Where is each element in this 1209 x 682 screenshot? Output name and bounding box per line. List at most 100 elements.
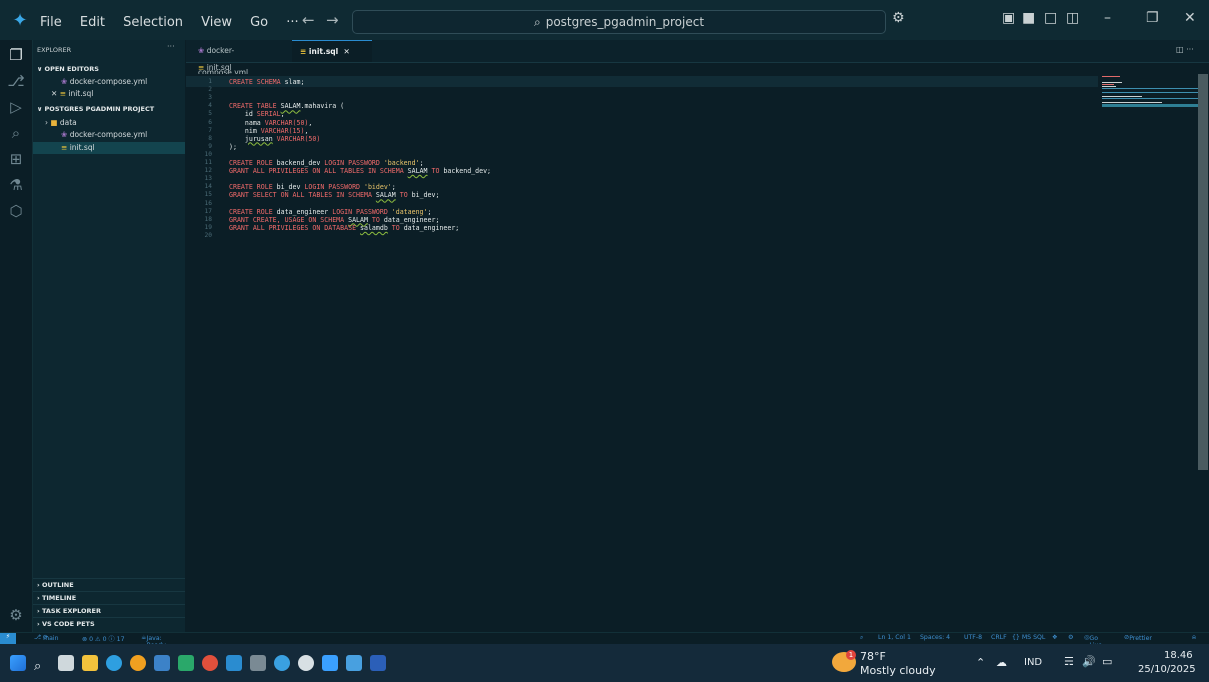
minimap[interactable] bbox=[1098, 74, 1202, 114]
cursor-position[interactable]: Ln 1, Col 1 bbox=[878, 634, 911, 641]
menu-bar: File Edit Selection View Go ··· bbox=[40, 11, 312, 30]
close-icon[interactable]: ✕ bbox=[1184, 10, 1196, 26]
code-line[interactable]: id SERIAL, bbox=[229, 110, 285, 118]
toggle-secondary-sidebar-icon[interactable]: ◫ bbox=[1066, 10, 1079, 26]
extension-icon[interactable]: ❖ bbox=[1052, 634, 1058, 641]
code-line[interactable]: CREATE ROLE backend_dev LOGIN PASSWORD '… bbox=[229, 159, 424, 167]
tab-docker-compose[interactable]: ❀ docker-compose.yml bbox=[190, 40, 290, 77]
open-editor-item[interactable]: ❀ docker-compose.yml bbox=[33, 76, 185, 88]
end-of-line[interactable]: CRLF bbox=[991, 634, 1007, 641]
menu-file[interactable]: File bbox=[40, 15, 62, 30]
close-tab-icon[interactable]: ✕ bbox=[343, 47, 349, 56]
source-control-icon[interactable]: ⎇ bbox=[7, 72, 25, 90]
go-live-button[interactable]: ◎ Go Live bbox=[1084, 634, 1102, 649]
word-icon[interactable] bbox=[370, 655, 386, 671]
code-line[interactable]: CREATE SCHEMA slam; bbox=[229, 78, 304, 86]
task-explorer-section[interactable]: › TASK EXPLORER bbox=[33, 604, 185, 616]
toggle-sidebar-icon[interactable]: ■ bbox=[1022, 10, 1035, 26]
extensions-icon[interactable]: ⊞ bbox=[7, 150, 25, 168]
search-icon[interactable]: ⌕ bbox=[7, 124, 25, 142]
menu-edit[interactable]: Edit bbox=[80, 15, 105, 30]
cloud-sync-icon[interactable]: ☁ bbox=[996, 656, 1007, 669]
chrome-canary-icon[interactable] bbox=[202, 655, 218, 671]
open-editors-header[interactable]: ∨ OPEN EDITORS bbox=[33, 63, 185, 75]
restore-icon[interactable]: ❐ bbox=[1146, 10, 1159, 26]
tree-item-init-sql[interactable]: ≡ init.sql bbox=[33, 142, 185, 154]
search-icon[interactable]: ⌕ bbox=[34, 655, 50, 674]
java-status[interactable]: ☕ Java: Ready bbox=[141, 634, 166, 649]
app-icon[interactable] bbox=[178, 655, 194, 671]
notifications-bell-icon[interactable]: ⍾ bbox=[1192, 634, 1196, 642]
branch-indicator[interactable]: ⎇ main ⟳ bbox=[34, 634, 59, 642]
menu-more[interactable]: ··· bbox=[286, 15, 298, 30]
project-header[interactable]: ∨ POSTGRES PGADMIN PROJECT bbox=[33, 103, 185, 115]
breadcrumb[interactable]: ≡ init.sql bbox=[198, 62, 232, 74]
code-line[interactable]: GRANT CREATE, USAGE ON SCHEMA SALAM TO d… bbox=[229, 216, 439, 224]
app-icon-2[interactable] bbox=[274, 655, 290, 671]
vertical-scrollbar[interactable] bbox=[1198, 74, 1208, 470]
code-editor[interactable] bbox=[186, 74, 1196, 629]
store-icon[interactable] bbox=[154, 655, 170, 671]
copilot-icon[interactable]: ⚙ bbox=[892, 10, 905, 26]
command-search-box[interactable]: ⌕ postgres_pgadmin_project bbox=[352, 10, 886, 34]
code-line[interactable]: GRANT SELECT ON ALL TABLES IN SCHEMA SAL… bbox=[229, 191, 439, 199]
task-view-icon[interactable] bbox=[58, 655, 74, 671]
volume-icon[interactable]: 🔊 bbox=[1082, 655, 1096, 668]
wifi-icon[interactable]: ☴ bbox=[1064, 655, 1074, 668]
encoding[interactable]: UTF-8 bbox=[964, 634, 982, 641]
code-line[interactable]: ); bbox=[229, 143, 237, 151]
indentation[interactable]: Spaces: 4 bbox=[920, 634, 950, 641]
menu-go[interactable]: Go bbox=[250, 15, 268, 30]
explorer-more-icon[interactable]: ··· bbox=[167, 42, 175, 51]
input-language[interactable]: IND bbox=[1024, 657, 1042, 668]
open-editor-item[interactable]: ✕ ≡ init.sql bbox=[33, 88, 185, 100]
file-explorer-icon[interactable] bbox=[82, 655, 98, 671]
code-line[interactable]: nama VARCHAR(50), bbox=[229, 119, 313, 127]
menu-selection[interactable]: Selection bbox=[123, 15, 183, 30]
timeline-section[interactable]: › TIMELINE bbox=[33, 591, 185, 603]
line-number: 15 bbox=[204, 191, 212, 199]
settings-sync-icon[interactable]: ⚙ bbox=[1068, 634, 1074, 641]
terminal-icon[interactable] bbox=[250, 655, 266, 671]
code-line[interactable]: CREATE TABLE SALAM.mahavira ( bbox=[229, 102, 344, 110]
code-line[interactable]: jurusan VARCHAR(50) bbox=[229, 135, 320, 143]
clock-time[interactable]: 18.46 bbox=[1164, 650, 1193, 661]
language-mode[interactable]: {} MS SQL bbox=[1012, 634, 1045, 641]
menu-view[interactable]: View bbox=[201, 15, 232, 30]
photos-icon[interactable] bbox=[346, 655, 362, 671]
database-icon[interactable]: ⬡ bbox=[7, 202, 25, 220]
prettier-status[interactable]: ⊘ Prettier bbox=[1124, 634, 1152, 642]
close-editor-icon[interactable]: ✕ bbox=[51, 89, 57, 98]
start-icon[interactable] bbox=[10, 655, 26, 671]
tree-item-docker-compose[interactable]: ❀ docker-compose.yml bbox=[33, 129, 185, 141]
testing-icon[interactable]: ⚗ bbox=[7, 176, 25, 194]
zoom-icon[interactable]: ⌕ bbox=[860, 634, 863, 642]
code-line[interactable]: GRANT ALL PRIVILEGES ON DATABASE salamdb… bbox=[229, 224, 459, 232]
tab-init-sql[interactable]: ≡ init.sql ✕ bbox=[292, 40, 372, 62]
chrome-icon[interactable] bbox=[130, 655, 146, 671]
app-icon-3[interactable] bbox=[322, 655, 338, 671]
edge-icon[interactable] bbox=[106, 655, 122, 671]
code-line[interactable]: nim VARCHAR(15), bbox=[229, 127, 309, 135]
split-editor-icon[interactable]: ◫ ··· bbox=[1176, 45, 1194, 54]
tree-item-data[interactable]: › ■ data bbox=[33, 117, 185, 129]
explorer-icon[interactable]: ❐ bbox=[7, 46, 25, 64]
outline-section[interactable]: › OUTLINE bbox=[33, 578, 185, 590]
chevron-up-icon[interactable]: ⌃ bbox=[976, 656, 985, 669]
vscode-taskbar-icon[interactable] bbox=[226, 655, 242, 671]
battery-icon[interactable]: ▭ bbox=[1102, 655, 1112, 668]
code-line[interactable]: CREATE ROLE bi_dev LOGIN PASSWORD 'bidev… bbox=[229, 183, 396, 191]
settings-gear-icon[interactable]: ⚙ bbox=[7, 606, 25, 624]
vscode-pets-section[interactable]: › VS CODE PETS bbox=[33, 617, 185, 629]
problems-indicator[interactable]: ⊗ 0 ⚠ 0 ⓘ 17 bbox=[82, 634, 125, 643]
back-arrow-icon[interactable]: ← bbox=[302, 11, 315, 29]
minimize-icon[interactable]: – bbox=[1104, 10, 1111, 26]
run-debug-icon[interactable]: ▷ bbox=[7, 98, 25, 116]
forward-arrow-icon[interactable]: → bbox=[326, 11, 339, 29]
code-line[interactable]: GRANT ALL PRIVILEGES ON ALL TABLES IN SC… bbox=[229, 167, 491, 175]
customize-layout-icon[interactable]: ▣ bbox=[1002, 10, 1015, 26]
github-icon[interactable] bbox=[298, 655, 314, 671]
toggle-panel-icon[interactable]: □ bbox=[1044, 10, 1057, 26]
clock-date[interactable]: 25/10/2025 bbox=[1138, 664, 1196, 675]
code-line[interactable]: CREATE ROLE data_engineer LOGIN PASSWORD… bbox=[229, 208, 431, 216]
